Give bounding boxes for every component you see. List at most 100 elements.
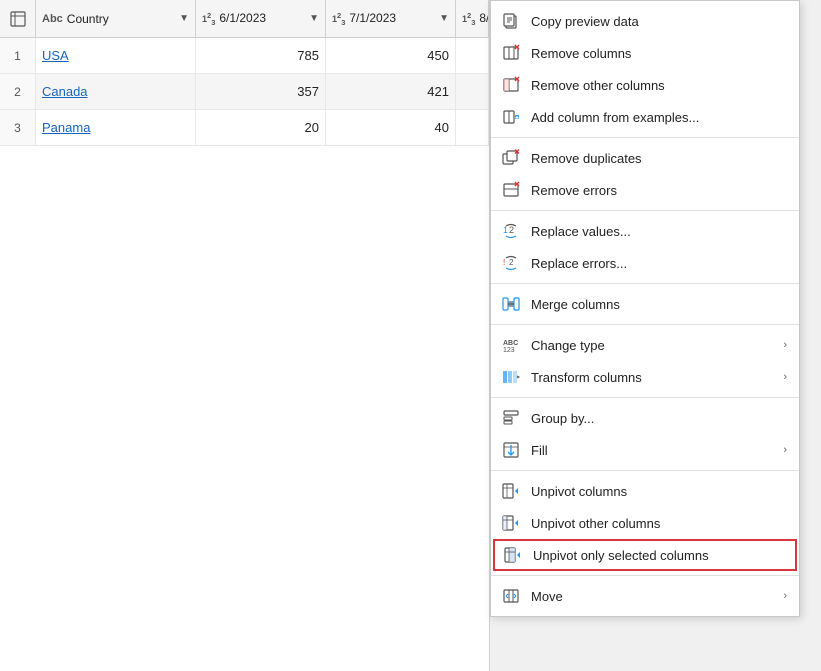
move-arrow: ›	[783, 590, 787, 602]
replace-values-icon: 1 2	[501, 221, 521, 241]
val2-cell: 450	[326, 38, 456, 73]
menu-item-move[interactable]: Move ›	[491, 580, 799, 612]
date2-col-header[interactable]: 123 7/1/2023 ▼	[326, 0, 456, 37]
table-body: 1 USA 785 450 2 Canada 357	[0, 38, 489, 146]
group-by-label: Group by...	[531, 411, 787, 426]
remove-errors-label: Remove errors	[531, 183, 787, 198]
val1-cell: 357	[196, 74, 326, 109]
date2-type-icon: 123	[332, 11, 345, 27]
table-row: 3 Panama 20 40	[0, 110, 489, 146]
val1-cell: 785	[196, 38, 326, 73]
country-cell[interactable]: USA	[36, 38, 196, 73]
row-num-cell: 2	[0, 74, 36, 109]
table-area: Abc Country ▼ 123 6/1/2023 ▼ 123 7/1/202…	[0, 0, 490, 671]
menu-item-replace-errors[interactable]: ! 2 Replace errors...	[491, 247, 799, 279]
group-by-icon	[501, 408, 521, 428]
transform-columns-icon	[501, 367, 521, 387]
change-type-arrow: ›	[783, 339, 787, 351]
menu-item-unpivot-selected[interactable]: Unpivot only selected columns	[493, 539, 797, 571]
country-dropdown-arrow[interactable]: ▼	[179, 13, 189, 24]
copy-preview-label: Copy preview data	[531, 14, 787, 29]
country-col-header[interactable]: Abc Country ▼	[36, 0, 196, 37]
remove-duplicates-icon	[501, 148, 521, 168]
unpivot-other-columns-icon	[501, 513, 521, 533]
date3-col-header[interactable]: 123 8/1/2023 —	[456, 0, 489, 37]
country-header-label: Country	[67, 12, 175, 26]
date1-header-label: 6/1/2023	[219, 11, 305, 25]
separator-4	[491, 324, 799, 325]
date1-dropdown-arrow[interactable]: ▼	[309, 13, 319, 24]
replace-errors-label: Replace errors...	[531, 256, 787, 271]
row-num-cell: 3	[0, 110, 36, 145]
menu-item-change-type[interactable]: ABC 123 Change type ›	[491, 329, 799, 361]
menu-item-add-column-examples[interactable]: Add column from examples...	[491, 101, 799, 133]
svg-text:2: 2	[509, 225, 514, 235]
menu-item-unpivot-other-columns[interactable]: Unpivot other columns	[491, 507, 799, 539]
svg-text:1: 1	[503, 225, 508, 235]
unpivot-columns-label: Unpivot columns	[531, 484, 787, 499]
country-cell[interactable]: Canada	[36, 74, 196, 109]
table-grid-icon	[10, 11, 26, 27]
separator-7	[491, 575, 799, 576]
val2-cell: 40	[326, 110, 456, 145]
transform-columns-arrow: ›	[783, 371, 787, 383]
menu-item-remove-duplicates[interactable]: Remove duplicates	[491, 142, 799, 174]
remove-columns-label: Remove columns	[531, 46, 787, 61]
copy-preview-icon	[501, 11, 521, 31]
menu-item-group-by[interactable]: Group by...	[491, 402, 799, 434]
change-type-icon: ABC 123	[501, 335, 521, 355]
svg-text:2: 2	[509, 258, 514, 267]
remove-errors-icon	[501, 180, 521, 200]
svg-text:123: 123	[503, 347, 515, 354]
country-cell[interactable]: Panama	[36, 110, 196, 145]
val3-cell	[456, 110, 489, 145]
merge-columns-label: Merge columns	[531, 297, 787, 312]
date2-header-label: 7/1/2023	[349, 11, 435, 25]
table-row: 1 USA 785 450	[0, 38, 489, 74]
menu-item-replace-values[interactable]: 1 2 Replace values...	[491, 215, 799, 247]
separator-3	[491, 283, 799, 284]
move-label: Move	[531, 589, 773, 604]
unpivot-selected-label: Unpivot only selected columns	[533, 548, 785, 563]
add-column-examples-label: Add column from examples...	[531, 110, 787, 125]
val3-cell	[456, 38, 489, 73]
country-type-icon: Abc	[42, 13, 63, 25]
fill-icon	[501, 440, 521, 460]
remove-duplicates-label: Remove duplicates	[531, 151, 787, 166]
remove-other-columns-icon	[501, 75, 521, 95]
separator-2	[491, 210, 799, 211]
table-header: Abc Country ▼ 123 6/1/2023 ▼ 123 7/1/202…	[0, 0, 489, 38]
remove-columns-icon	[501, 43, 521, 63]
unpivot-columns-icon	[501, 481, 521, 501]
date2-dropdown-arrow[interactable]: ▼	[439, 13, 449, 24]
add-column-examples-icon	[501, 107, 521, 127]
row-num-header	[0, 0, 36, 37]
replace-values-label: Replace values...	[531, 224, 787, 239]
val1-cell: 20	[196, 110, 326, 145]
menu-item-fill[interactable]: Fill ›	[491, 434, 799, 466]
menu-item-transform-columns[interactable]: Transform columns ›	[491, 361, 799, 393]
row-num-cell: 1	[0, 38, 36, 73]
replace-errors-icon: ! 2	[501, 253, 521, 273]
menu-item-remove-other-columns[interactable]: Remove other columns	[491, 69, 799, 101]
menu-item-remove-columns[interactable]: Remove columns	[491, 37, 799, 69]
menu-item-merge-columns[interactable]: Merge columns	[491, 288, 799, 320]
menu-item-remove-errors[interactable]: Remove errors	[491, 174, 799, 206]
transform-columns-label: Transform columns	[531, 370, 773, 385]
remove-other-columns-label: Remove other columns	[531, 78, 787, 93]
separator-6	[491, 470, 799, 471]
date3-header-label: 8/1/2023	[479, 11, 489, 25]
val3-cell	[456, 74, 489, 109]
menu-item-unpivot-columns[interactable]: Unpivot columns	[491, 475, 799, 507]
menu-item-copy-preview[interactable]: Copy preview data	[491, 5, 799, 37]
fill-label: Fill	[531, 443, 773, 458]
unpivot-other-columns-label: Unpivot other columns	[531, 516, 787, 531]
date1-col-header[interactable]: 123 6/1/2023 ▼	[196, 0, 326, 37]
unpivot-selected-icon	[503, 545, 523, 565]
move-icon	[501, 586, 521, 606]
merge-columns-icon	[501, 294, 521, 314]
val2-cell: 421	[326, 74, 456, 109]
svg-text:ABC: ABC	[503, 340, 518, 347]
date1-type-icon: 123	[202, 11, 215, 27]
context-menu: Copy preview data Remove columns R	[490, 0, 800, 617]
